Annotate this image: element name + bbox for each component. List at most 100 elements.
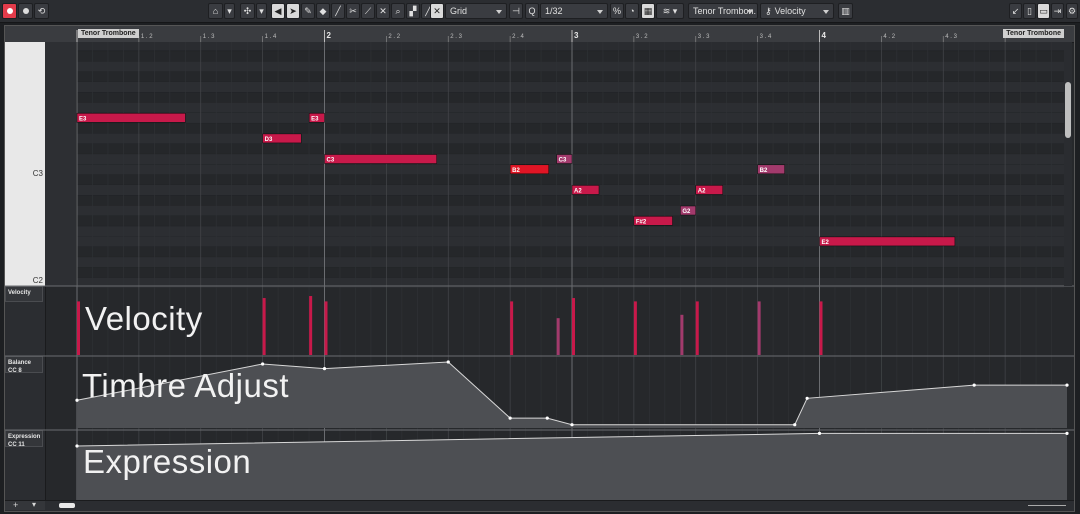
lane-menu-icon[interactable]: ▾ bbox=[32, 500, 36, 509]
dropdown-icon[interactable]: ▾ bbox=[256, 3, 267, 19]
pitch-row bbox=[77, 184, 1064, 196]
quantize-icon[interactable]: Q bbox=[525, 3, 539, 19]
midi-note-label: C3 bbox=[559, 158, 567, 164]
pitch-row bbox=[77, 92, 1064, 103]
ruler-beat-label: 1 . 2 bbox=[141, 34, 153, 40]
mute-icon[interactable]: ✕ bbox=[376, 3, 390, 19]
settings-icon[interactable]: ⚙ bbox=[1066, 3, 1078, 19]
pitch-row bbox=[77, 81, 1064, 93]
ruler-beat-label: 4 . 2 bbox=[883, 34, 895, 40]
ruler-beat-label: 3 . 2 bbox=[636, 34, 648, 40]
layers-icon[interactable]: ≋ ▾ bbox=[656, 3, 684, 19]
ruler-bar-label: 4 bbox=[822, 31, 827, 40]
pitch-row bbox=[77, 256, 1064, 268]
midi-note-label: E2 bbox=[822, 240, 830, 246]
velocity-bar bbox=[819, 301, 823, 355]
pitch-row bbox=[77, 61, 1064, 72]
pitch-row bbox=[77, 246, 1064, 257]
pencil-icon[interactable]: ✎ bbox=[301, 3, 315, 19]
expression-lane-title: Expression bbox=[83, 443, 252, 480]
vertical-scrollbar[interactable] bbox=[1064, 42, 1072, 286]
lower-zone-icon[interactable]: ▭ bbox=[1037, 3, 1050, 19]
pitch-row bbox=[77, 50, 1064, 62]
velocity-bar bbox=[77, 301, 80, 355]
lane-select-label: Velocity bbox=[774, 6, 806, 16]
expression-lane-point bbox=[817, 431, 822, 435]
move-icon[interactable]: ✣ bbox=[240, 3, 255, 19]
ruler-beat-label: 2 . 3 bbox=[450, 34, 462, 40]
quantize-dropdown[interactable]: 1/32 bbox=[540, 3, 608, 19]
scroll-thumb-h[interactable] bbox=[59, 503, 75, 508]
ruler-bar-label: 3 bbox=[574, 31, 579, 40]
track-name-tag-right: Tenor Trombone bbox=[1003, 29, 1064, 38]
quantize-settings-icon[interactable]: % bbox=[610, 3, 624, 19]
midi-note-label: C3 bbox=[327, 158, 335, 164]
iterative-quantize-icon[interactable]: ◔ bbox=[625, 3, 639, 19]
midi-note-label: G2 bbox=[682, 209, 691, 215]
eraser-icon[interactable]: ◆ bbox=[316, 3, 330, 19]
zoom-icon[interactable]: ⌕ bbox=[391, 3, 405, 19]
pointer-icon[interactable]: ➤ bbox=[286, 3, 300, 19]
midi-note-label: B2 bbox=[512, 168, 520, 174]
add-lane-icon[interactable]: + bbox=[13, 500, 18, 510]
left-zone-icon[interactable]: ▯ bbox=[1023, 3, 1036, 19]
balance-lane-point bbox=[508, 416, 512, 420]
solo-icon[interactable] bbox=[18, 3, 33, 19]
scroll-thumb[interactable] bbox=[1065, 82, 1071, 138]
line-icon[interactable]: ▞ bbox=[406, 3, 420, 19]
grid-icon[interactable]: ▦ bbox=[641, 3, 655, 19]
speaker-icon[interactable]: ◀ bbox=[271, 3, 285, 19]
velocity-lane-title: Velocity bbox=[85, 300, 203, 337]
key-icon: ⚷ bbox=[765, 5, 772, 16]
zoom-slider[interactable] bbox=[1028, 505, 1066, 506]
glue-icon[interactable]: ⟋ bbox=[361, 3, 375, 19]
midi-note-label: A2 bbox=[574, 188, 582, 194]
velocity-bar bbox=[572, 298, 575, 355]
ruler-beat-label: 3 . 4 bbox=[760, 34, 772, 40]
pitch-row bbox=[77, 122, 1064, 134]
keyboard-icon[interactable]: ▥ bbox=[838, 3, 853, 19]
snap-type-dropdown[interactable]: Grid bbox=[445, 3, 507, 19]
arrow-icon[interactable]: ↙ bbox=[1009, 3, 1022, 19]
lane-add-controls[interactable]: + ▾ bbox=[5, 500, 45, 510]
pitch-row bbox=[77, 225, 1064, 237]
record-icon[interactable] bbox=[2, 3, 17, 19]
balance-lane-point bbox=[570, 423, 574, 427]
velocity-bar bbox=[695, 301, 699, 355]
pitch-row bbox=[77, 215, 1064, 226]
ruler-beat-label: 1 . 4 bbox=[265, 34, 277, 40]
pitch-row bbox=[77, 195, 1064, 206]
quantize-value: 1/32 bbox=[545, 6, 563, 16]
snap-to-zero-icon[interactable]: ⊣ bbox=[509, 3, 523, 19]
midi-note bbox=[819, 236, 956, 247]
loop-icon[interactable]: ⟲ bbox=[34, 3, 49, 19]
horizontal-scrollbar[interactable]: + ▾ bbox=[5, 500, 1074, 511]
dropdown-icon[interactable]: ▾ bbox=[224, 3, 235, 19]
brush-icon[interactable]: ╱ bbox=[331, 3, 345, 19]
velocity-bar bbox=[633, 301, 637, 355]
camera-icon[interactable]: ⌂ bbox=[208, 3, 223, 19]
right-zone-icon[interactable]: ⇥ bbox=[1051, 3, 1064, 19]
velocity-bar bbox=[680, 314, 684, 355]
pitch-row bbox=[77, 112, 1064, 123]
pitch-row bbox=[77, 174, 1064, 185]
balance-lane-point bbox=[972, 383, 976, 387]
pitch-row bbox=[77, 71, 1064, 82]
expression-lane-point bbox=[75, 444, 79, 448]
ruler-beat-label: 4 . 3 bbox=[945, 34, 957, 40]
expression-lane-point bbox=[1065, 431, 1069, 435]
snap-icon[interactable]: ✕ bbox=[430, 3, 444, 19]
midi-note-label: F#2 bbox=[636, 219, 647, 225]
balance-lane-point bbox=[1065, 383, 1069, 387]
midi-note-label: E3 bbox=[79, 116, 87, 122]
track-select-dropdown[interactable]: Tenor Trombon. bbox=[688, 3, 758, 19]
velocity-bar bbox=[757, 301, 761, 355]
track-name-tag-left: Tenor Trombone bbox=[78, 29, 139, 38]
scissors-icon[interactable]: ✂ bbox=[346, 3, 360, 19]
editor-canvas[interactable]: 1 . 2 1 . 3 1 . 4 2 2 . 2 2 . 3 2 . 4 3 3 . 2 3 .… bbox=[5, 26, 1074, 511]
velocity-bar bbox=[262, 298, 266, 355]
lane-select-dropdown[interactable]: ⚷ Velocity bbox=[760, 3, 834, 19]
balance-lane-point bbox=[805, 396, 809, 400]
ruler-beat-label: 3 . 3 bbox=[698, 34, 710, 40]
key-editor: C3 C2 Velocity Balance CC 8 Expression CC … bbox=[4, 25, 1075, 512]
